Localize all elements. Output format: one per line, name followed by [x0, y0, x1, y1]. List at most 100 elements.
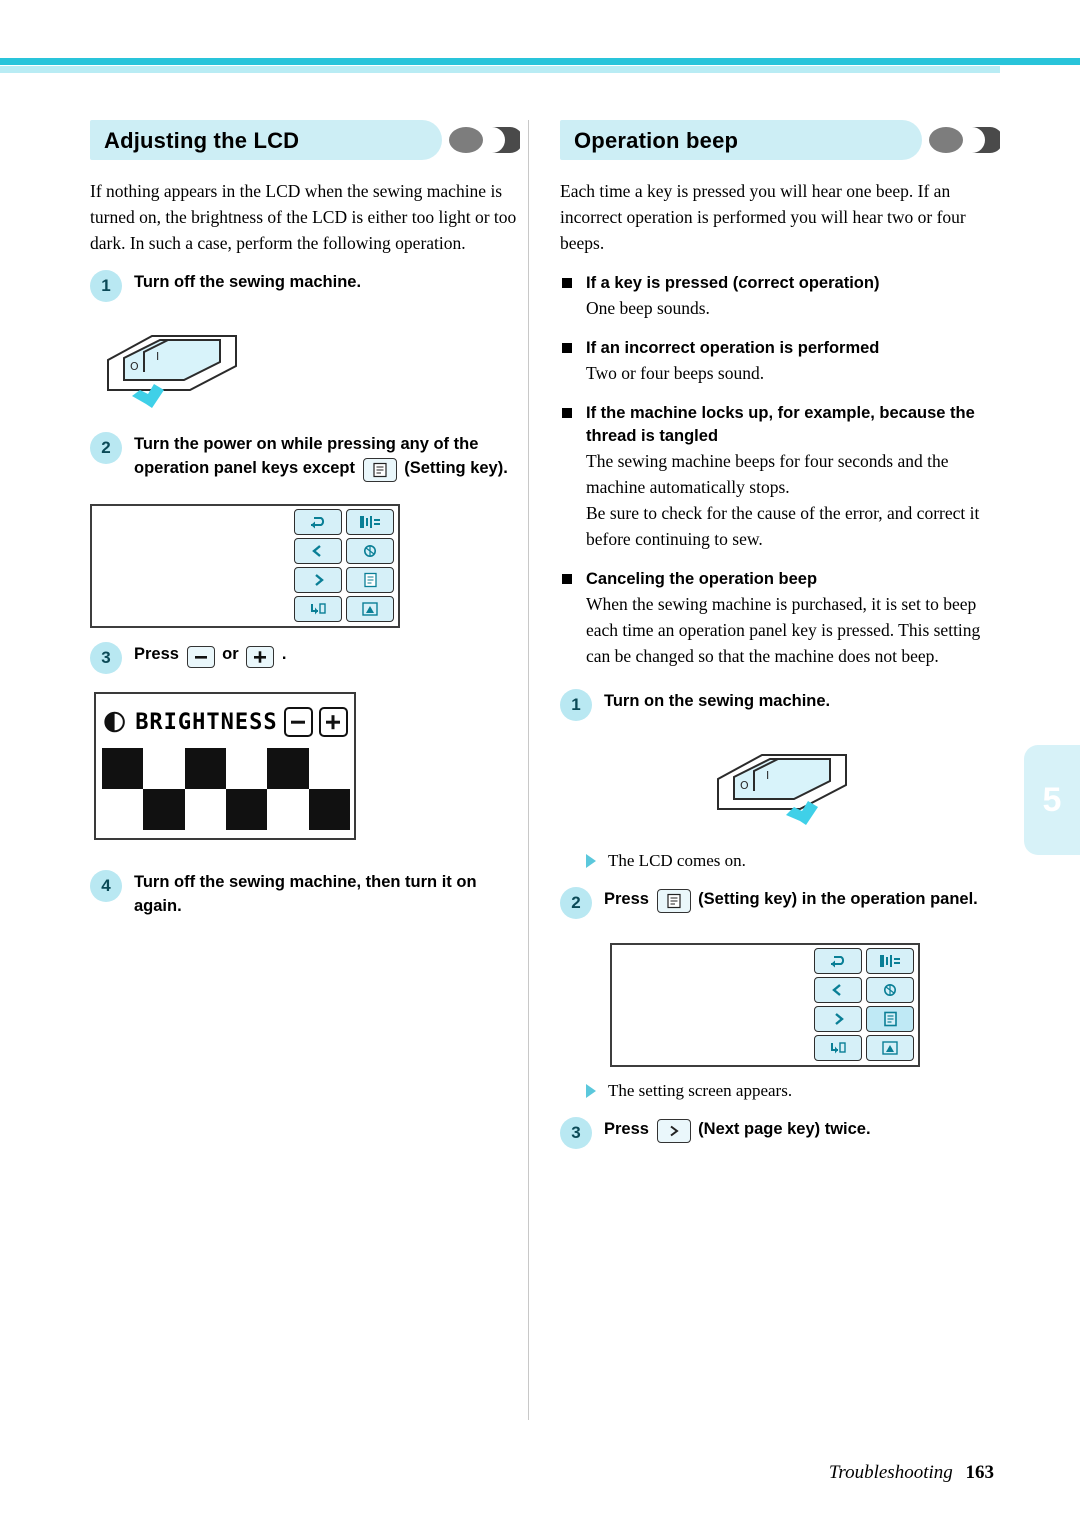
bullet-body: One beep sounds.: [586, 298, 710, 318]
step-text-part-b: (Next page key) twice.: [698, 1120, 871, 1138]
contrast-icon: [104, 711, 125, 733]
step-text-part-b: (Setting key) in the operation panel.: [698, 890, 978, 908]
step-2: 2 Press (Setting key) in the operation p…: [560, 887, 1000, 921]
thread-cutter-key-icon[interactable]: [346, 538, 394, 564]
right-column: Operation beep Each time a key is presse…: [560, 120, 1000, 1151]
step-text: Turn off the sewing machine, then turn i…: [134, 873, 477, 915]
step-number: 4: [90, 870, 122, 902]
next-page-key-icon: [656, 1119, 691, 1143]
lcd-screen-blank: [612, 945, 812, 1065]
step-text: Press (Next page key) twice.: [604, 1117, 1000, 1143]
result-arrow-icon: [586, 1084, 596, 1098]
step-text: Press (Setting key) in the operation pan…: [604, 887, 1000, 913]
result-text: The setting screen appears.: [608, 1081, 793, 1100]
section-heading-operation-beep: Operation beep: [560, 120, 1000, 160]
chapter-number: 5: [1042, 780, 1062, 819]
step-text-part-b: or: [222, 645, 239, 663]
power-switch-illustration-on: O I: [700, 737, 1000, 837]
svg-text:O: O: [130, 360, 139, 373]
step-1: 1 Turn on the sewing machine.: [560, 689, 1000, 723]
step-2: 2 Turn the power on while pressing any o…: [90, 432, 520, 482]
step-number: 1: [560, 689, 592, 721]
footer-page-number: 163: [965, 1462, 995, 1483]
step-number: 1: [90, 270, 122, 302]
section-heading-adjusting-lcd: Adjusting the LCD: [90, 120, 520, 160]
left-column: Adjusting the LCD If nothing appears in …: [90, 120, 520, 918]
lcd-minus-button[interactable]: [283, 707, 313, 737]
step-3: 3 Press (Next page key) twice.: [560, 1117, 1000, 1151]
bullet-item: If an incorrect operation is performed: [560, 337, 1000, 360]
step-text-part-a: Press: [134, 645, 179, 663]
result-line: The LCD comes on.: [586, 849, 1000, 873]
return-key-icon[interactable]: [294, 509, 342, 535]
operation-panel-keys: [814, 948, 918, 1064]
heading-title: Adjusting the LCD: [104, 128, 300, 153]
step-text-part-a: Press: [604, 890, 649, 908]
result-text: The LCD comes on.: [608, 851, 746, 870]
plus-key-icon: [246, 646, 275, 668]
intro-paragraph: Each time a key is pressed you will hear…: [560, 181, 966, 253]
needle-position-key-icon[interactable]: [346, 509, 394, 535]
intro-paragraph: If nothing appears in the LCD when the s…: [90, 181, 517, 253]
setting-key-highlighted-icon[interactable]: [866, 1006, 914, 1032]
reverse-stitch-key-icon[interactable]: [294, 596, 342, 622]
setting-key-icon: [362, 458, 397, 482]
step-text-part-a: Press: [604, 1120, 649, 1138]
setting-key-icon: [656, 889, 691, 913]
step-1: 1 Turn off the sewing machine.: [90, 270, 520, 304]
lcd-screen-blank: [92, 506, 292, 626]
result-arrow-icon: [586, 854, 596, 868]
back-key-icon[interactable]: [814, 977, 862, 1003]
bullet-square-icon: [562, 574, 572, 584]
footer-chapter: Troubleshooting: [828, 1462, 953, 1483]
step-number: 3: [560, 1117, 592, 1149]
back-key-icon[interactable]: [294, 538, 342, 564]
next-page-key-icon[interactable]: [814, 1006, 862, 1032]
page-footer: Troubleshooting 163: [0, 1462, 1080, 1484]
power-switch-illustration-off: O I: [90, 318, 520, 418]
bullet-title: Canceling the operation beep: [586, 570, 818, 588]
next-page-key-icon[interactable]: [294, 567, 342, 593]
heading-title: Operation beep: [574, 128, 739, 153]
lcd-title: BRIGHTNESS: [135, 709, 278, 735]
presser-foot-key-icon[interactable]: [346, 596, 394, 622]
svg-text:I: I: [766, 769, 769, 782]
step-text: Turn on the sewing machine.: [604, 692, 831, 710]
reverse-stitch-key-icon[interactable]: [814, 1035, 862, 1061]
step-number: 3: [90, 642, 122, 674]
bullet-square-icon: [562, 408, 572, 418]
step-number: 2: [560, 887, 592, 919]
operation-panel-keys: [294, 509, 398, 625]
step-text: Press or .: [134, 642, 520, 668]
step-3: 3 Press or .: [90, 642, 520, 676]
presser-foot-key-icon[interactable]: [866, 1035, 914, 1061]
step-4: 4 Turn off the sewing machine, then turn…: [90, 870, 520, 918]
operation-panel-illustration-left: [90, 504, 520, 628]
svg-text:O: O: [740, 779, 749, 792]
step-text-part-c: .: [281, 645, 287, 663]
lcd-plus-button[interactable]: [318, 707, 349, 737]
heading-ornament-icon: [929, 127, 1000, 153]
step-text-part-b: (Setting key).: [404, 459, 508, 477]
step-text: Turn the power on while pressing any of …: [134, 432, 520, 482]
brightness-checker-pattern: [102, 748, 350, 830]
top-accent-bar-secondary: [0, 66, 1000, 73]
bullet-body: When the sewing machine is purchased, it…: [586, 594, 981, 666]
thread-cutter-key-icon[interactable]: [866, 977, 914, 1003]
column-divider: [528, 120, 529, 1420]
bullet-item: Canceling the operation beep: [560, 568, 1000, 591]
top-accent-bar: [0, 58, 1080, 65]
step-text: Turn off the sewing machine.: [134, 273, 362, 291]
chapter-tab: 5: [1024, 745, 1080, 855]
bullet-body: The sewing machine beeps for four second…: [586, 451, 980, 549]
setting-key-icon[interactable]: [346, 567, 394, 593]
needle-position-key-icon[interactable]: [866, 948, 914, 974]
result-line: The setting screen appears.: [586, 1079, 1000, 1103]
return-key-icon[interactable]: [814, 948, 862, 974]
bullet-title: If a key is pressed (correct operation): [586, 274, 880, 292]
heading-ornament-icon: [449, 127, 520, 153]
bullet-title: If an incorrect operation is performed: [586, 339, 880, 357]
bullet-item: If a key is pressed (correct operation): [560, 272, 1000, 295]
svg-text:I: I: [156, 350, 159, 363]
bullet-body: Two or four beeps sound.: [586, 363, 765, 383]
